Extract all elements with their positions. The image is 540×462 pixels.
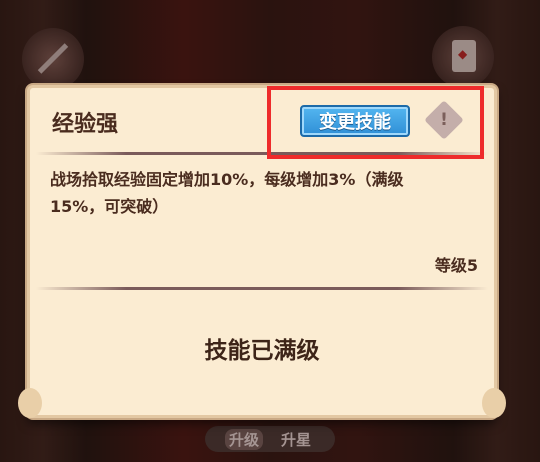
scroll-curl-right [482,388,506,418]
tab-upgrade[interactable]: 升级 [224,428,263,450]
bottom-tab-bar: 升级 升星 [205,426,335,452]
scroll-curl-left [18,388,42,418]
sword-skill-icon [22,28,84,90]
max-level-status: 技能已满级 [204,338,320,364]
content-divider [36,287,488,290]
tab-star-up[interactable]: 升星 [277,429,315,450]
skill-name: 经验强 [52,112,119,137]
highlight-box [267,86,484,159]
card-skill-icon [432,26,494,88]
skill-description: 战场拾取经验固定增加10%，每级增加3%（满级15%，可突破） [50,170,404,216]
skill-level: 等级5 [434,256,478,275]
